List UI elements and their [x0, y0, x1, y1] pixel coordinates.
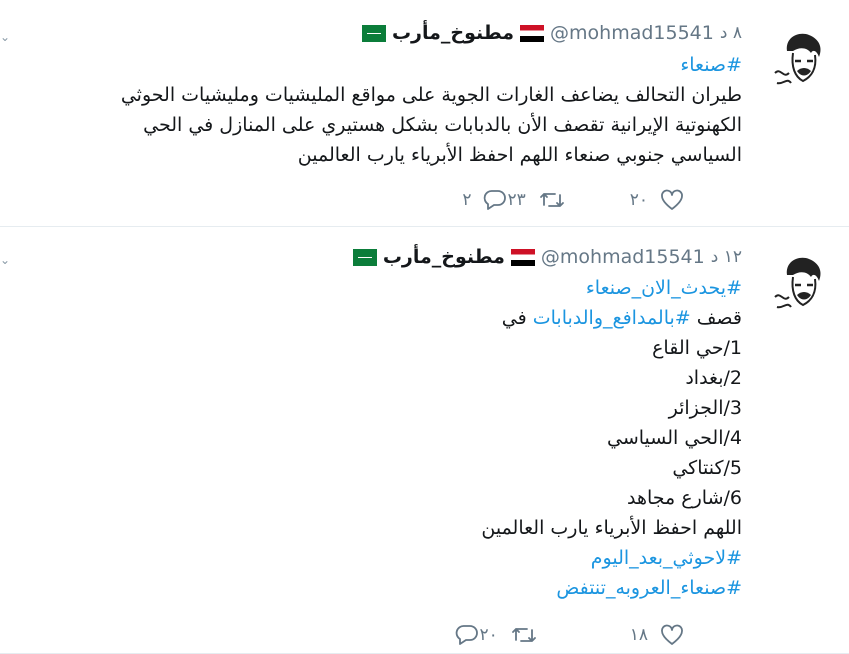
- heart-icon: [661, 189, 683, 210]
- retweet-count: ٢٠: [479, 625, 498, 645]
- tweet-actions: ٢٠ ١٨: [443, 623, 742, 647]
- list-item: 5/كنتاكي: [672, 457, 742, 479]
- chevron-down-icon[interactable]: ⌄: [0, 30, 10, 44]
- like-button[interactable]: ١٨: [630, 624, 684, 646]
- retweet-button[interactable]: ٢٣: [507, 189, 565, 211]
- chevron-down-icon[interactable]: ⌄: [0, 253, 10, 267]
- tweet-header: مطنوخ_مأرب @mohmad15541 ١٢ د: [352, 241, 742, 273]
- hashtag-link[interactable]: #بالمدافع_والدبابات: [533, 307, 691, 329]
- yemen-flag-icon: [510, 248, 535, 266]
- timestamp[interactable]: ٨ د: [720, 23, 742, 43]
- text-line: طيران التحالف يضاعف الغارات الجوية على م…: [120, 84, 742, 106]
- yemen-flag-icon: [520, 24, 545, 42]
- retweet-icon: [539, 193, 564, 207]
- tweet-text: #صنعاء طيران التحالف يضاعف الغارات الجوي…: [121, 50, 742, 170]
- retweet-count: ٢٣: [507, 190, 526, 210]
- reply-button[interactable]: [443, 624, 479, 646]
- hashtag-link[interactable]: #صنعاء: [680, 54, 742, 76]
- list-item: 2/بغداد: [685, 367, 742, 389]
- heart-icon: [661, 624, 683, 645]
- hashtag-link[interactable]: #لاحوثي_بعد_اليوم: [591, 547, 742, 569]
- like-count: ٢٠: [629, 190, 648, 210]
- text-line: الكهنوتية الإيرانية تقصف الأن بالدبابات …: [143, 114, 742, 136]
- tweet-header: مطنوخ_مأرب @mohmad15541 ٨ د: [361, 17, 742, 49]
- text-line: السياسي جنوبي صنعاء اللهم احفظ الأبرياء …: [297, 144, 742, 166]
- reply-icon: [484, 190, 507, 210]
- saudi-flag-icon: [352, 248, 377, 266]
- hashtag-link[interactable]: #يحدث_الان_صنعاء: [586, 277, 742, 299]
- retweet-icon: [511, 628, 536, 642]
- author-name[interactable]: مطنوخ_مأرب: [392, 22, 514, 44]
- list-item: 3/الجزائر: [668, 397, 742, 419]
- list-item: 4/الحي السياسي: [607, 427, 742, 449]
- like-count: ١٨: [629, 625, 648, 645]
- avatar[interactable]: [771, 27, 835, 91]
- text-fragment: في: [501, 307, 533, 329]
- retweet-button[interactable]: ٢٠: [479, 624, 537, 646]
- reply-count: ٢: [462, 190, 472, 210]
- like-button[interactable]: ٢٠: [630, 189, 684, 211]
- timestamp[interactable]: ١٢ د: [711, 247, 742, 267]
- tweet-text: #يحدث_الان_صنعاء قصف #بالمدافع_والدبابات…: [481, 273, 742, 603]
- author-name[interactable]: مطنوخ_مأرب: [383, 246, 505, 268]
- list-item: 6/شارع مجاهد: [627, 487, 742, 509]
- author-handle[interactable]: @mohmad15541: [541, 246, 705, 268]
- tweet[interactable]: ⌄ مطنوخ_مأرب @mohmad15541 ١٢ د #يحدث_الا…: [0, 227, 849, 654]
- text-fragment: قصف: [690, 307, 742, 329]
- text-line: قصف #بالمدافع_والدبابات في: [481, 303, 742, 333]
- list-item: 1/حي القاع: [652, 337, 742, 359]
- saudi-flag-icon: [361, 24, 386, 42]
- hashtag-link[interactable]: #صنعاء_العروبه_تنتفض: [556, 577, 742, 599]
- author-handle[interactable]: @mohmad15541: [550, 22, 714, 44]
- text-line: اللهم احفظ الأبرياء يارب العالمين: [481, 517, 742, 539]
- reply-button[interactable]: ٢: [462, 189, 507, 211]
- tweet[interactable]: ⌄ مطنوخ_مأرب @mohmad15541 ٨ د #صنعاء طير…: [0, 0, 849, 227]
- avatar[interactable]: [771, 251, 835, 315]
- reply-icon: [456, 625, 479, 645]
- tweet-actions: ٢ ٢٣ ٢٠: [462, 188, 742, 212]
